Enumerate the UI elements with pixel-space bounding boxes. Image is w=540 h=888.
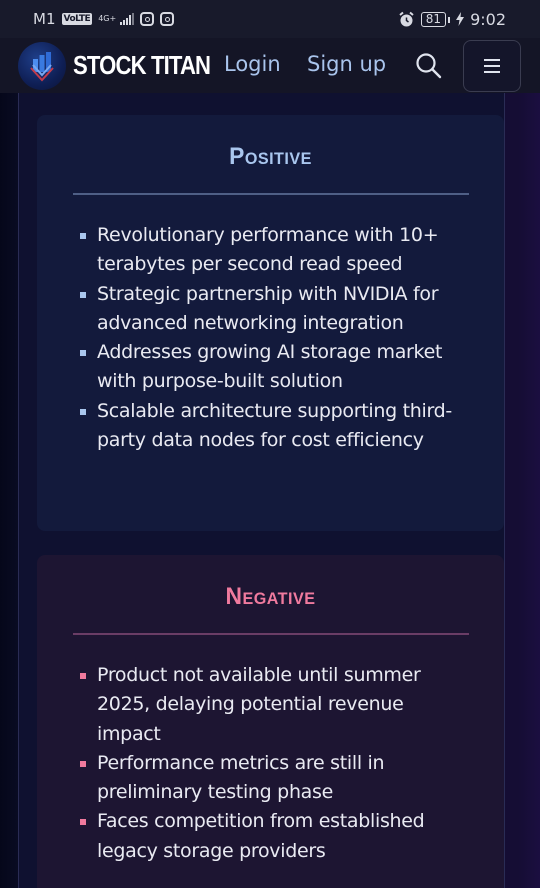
network-label: 4G+	[98, 14, 117, 23]
list-item-text: Product not available until summer 2025,…	[97, 664, 421, 745]
signal-icon	[120, 13, 135, 25]
list-item: Performance metrics are still in prelimi…	[77, 749, 467, 808]
battery-indicator: 81	[420, 11, 451, 27]
list-item-text: Faces competition from established legac…	[97, 810, 425, 862]
menu-button[interactable]	[463, 40, 521, 92]
top-navbar: STOCK TITAN Login Sign up	[0, 38, 540, 93]
list-item: Strategic partnership with NVIDIA for ad…	[77, 280, 467, 339]
list-item-text: Strategic partnership with NVIDIA for ad…	[97, 282, 439, 334]
charging-icon	[456, 12, 465, 26]
search-icon	[416, 53, 442, 79]
negative-divider	[72, 633, 469, 635]
login-link[interactable]: Login	[224, 52, 281, 76]
positive-divider	[72, 193, 469, 195]
bullet-icon	[80, 291, 86, 298]
list-item: Scalable architecture supporting third-p…	[77, 397, 467, 456]
positive-list: Revolutionary performance with 10+ terab…	[77, 221, 467, 455]
clock: 9:02	[470, 9, 506, 29]
list-item: Faces competition from established legac…	[77, 807, 467, 866]
signup-link[interactable]: Sign up	[307, 52, 386, 76]
bullet-icon	[80, 673, 86, 679]
list-item: Revolutionary performance with 10+ terab…	[77, 221, 467, 280]
bullet-icon	[80, 233, 86, 239]
negative-list: Product not available until summer 2025,…	[77, 661, 467, 866]
sentiment-panel: Positive Revolutionary performance with …	[18, 93, 505, 888]
brand-name: STOCK TITAN	[73, 50, 211, 80]
network-type: 4G+	[98, 15, 116, 23]
search-button[interactable]	[414, 51, 444, 81]
instagram-icon	[140, 12, 155, 26]
negative-title: Negative	[225, 583, 316, 610]
volte-icon: VoLTE	[61, 13, 93, 25]
instagram-icon	[160, 12, 175, 26]
list-item-text: Addresses growing AI storage market with…	[97, 341, 443, 393]
bullet-icon	[80, 408, 86, 415]
status-bar: M1 VoLTE 4G+ 81 9:02	[0, 0, 540, 38]
list-item-text: Performance metrics are still in prelimi…	[97, 751, 385, 804]
bullet-icon	[80, 760, 86, 767]
bullet-icon	[80, 350, 86, 357]
list-item: Product not available until summer 2025,…	[77, 661, 467, 749]
list-item-text: Revolutionary performance with 10+ terab…	[97, 224, 439, 276]
alarm-icon	[399, 11, 414, 26]
bullet-icon	[80, 819, 86, 826]
positive-title: Positive	[229, 143, 312, 170]
list-item-text: Scalable architecture supporting third-p…	[97, 399, 452, 452]
list-item: Addresses growing AI storage market with…	[77, 338, 467, 397]
positive-card: Positive Revolutionary performance with …	[37, 115, 504, 531]
brand-logo[interactable]: STOCK TITAN	[18, 41, 234, 90]
logo-mark-icon	[18, 41, 66, 90]
negative-card: Negative Product not available until sum…	[37, 555, 504, 888]
carrier-label: M1	[33, 10, 56, 28]
menu-icon	[484, 59, 500, 73]
